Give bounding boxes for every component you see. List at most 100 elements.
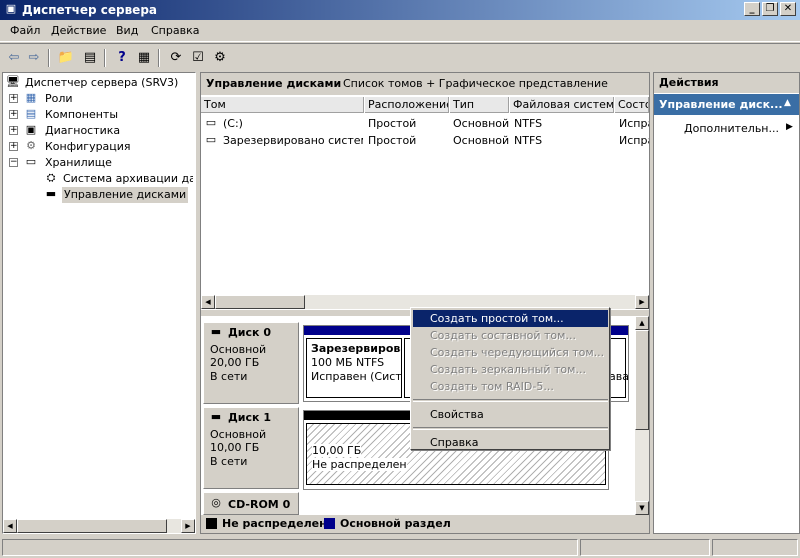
disk-0-label[interactable]: ▬ Диск 0 Основной 20,00 ГБ В сети xyxy=(203,322,299,404)
menu-create-raid5-volume[interactable]: Создать том RAID-5... xyxy=(413,378,608,395)
menu-action[interactable]: Действие xyxy=(45,24,112,37)
disk-name: CD-ROM 0 xyxy=(228,498,291,511)
scroll-right-icon[interactable]: ▶ xyxy=(181,519,195,533)
disk-size: 10,00 ГБ xyxy=(210,441,260,454)
actions-more-item[interactable]: Дополнительн... ▶ xyxy=(654,119,799,137)
tree-item-label: Хранилище xyxy=(45,156,112,169)
minimize-button[interactable]: _ xyxy=(744,2,760,16)
disk-type: Основной xyxy=(210,343,267,356)
title-bar: ▣ Диспетчер сервера _ ❐ ✕ xyxy=(0,0,800,20)
menu-create-mirrored-volume[interactable]: Создать зеркальный том... xyxy=(413,361,608,378)
expand-icon[interactable]: + xyxy=(9,94,18,103)
tree-item-configuration[interactable]: + ⚙ Конфигурация xyxy=(9,139,189,155)
scroll-left-icon[interactable]: ◀ xyxy=(201,295,215,309)
tree-item-backup[interactable]: ⛭ Система архивации данны xyxy=(43,171,193,187)
maximize-button[interactable]: ❐ xyxy=(762,2,778,16)
center-header-subtitle: Список томов + Графическое представление xyxy=(343,77,608,90)
properties-icon[interactable]: ☑ xyxy=(188,48,208,68)
menu-create-simple-volume[interactable]: Создать простой том... xyxy=(413,310,608,327)
partition-reserved[interactable]: Зарезервирова 100 МБ NTFS Исправен (Сист… xyxy=(306,338,402,398)
volume-icon: ▭ xyxy=(205,133,217,146)
forward-arrow-icon[interactable]: ⇨ xyxy=(24,48,44,68)
disk-type: Основной xyxy=(210,428,267,441)
cdrom-0-label[interactable]: ◎ CD-ROM 0 xyxy=(203,492,299,515)
disk-name: Диск 1 xyxy=(228,411,271,424)
menu-help[interactable]: Справка xyxy=(145,24,205,37)
disk-settings-icon[interactable]: ⚙ xyxy=(210,48,230,68)
cell-layout: Простой xyxy=(368,117,417,130)
tree-item-label: Конфигурация xyxy=(45,140,131,153)
help-icon[interactable]: ? xyxy=(112,48,132,68)
cell-volume: Зарезервировано системой xyxy=(223,134,363,147)
tree-item-roles[interactable]: + ▦ Роли xyxy=(9,91,189,107)
scroll-thumb[interactable] xyxy=(215,295,305,309)
toolbar: ⇦ ⇨ 📁 ▤ ? ▦ ⟳ ☑ ⚙ xyxy=(0,43,800,71)
up-folder-icon[interactable]: 📁 xyxy=(56,48,76,68)
cell-filesystem: NTFS xyxy=(514,117,543,130)
legend-primary-label: Основной раздел xyxy=(340,517,451,530)
menu-view[interactable]: Вид xyxy=(110,24,144,37)
graphical-vertical-scrollbar[interactable]: ▲ ▼ xyxy=(635,316,649,515)
tree-item-diagnostics[interactable]: + ▣ Диагностика xyxy=(9,123,189,139)
disk-management-icon: ▬ xyxy=(45,187,57,200)
menu-create-spanned-volume[interactable]: Создать составной том... xyxy=(413,327,608,344)
menu-file[interactable]: Файл xyxy=(4,24,46,37)
actions-section-label: Управление диск... xyxy=(659,98,783,111)
table-row[interactable]: ▭ (C:) Простой Основной NTFS Испра xyxy=(201,115,649,132)
volume-list-header: Том Расположение Тип Файловая система Со… xyxy=(201,97,649,113)
collapse-up-icon[interactable]: ▲ xyxy=(784,98,791,108)
scroll-down-icon[interactable]: ▼ xyxy=(635,501,649,515)
roles-icon: ▦ xyxy=(25,91,37,104)
table-row[interactable]: ▭ Зарезервировано системой Простой Основ… xyxy=(201,132,649,149)
configuration-icon: ⚙ xyxy=(26,139,36,152)
show-hide-tree-icon[interactable]: ▤ xyxy=(80,48,100,68)
center-header: Управление дисками Список томов + Графич… xyxy=(201,73,649,95)
menu-create-striped-volume[interactable]: Создать чередующийся том... xyxy=(413,344,608,361)
collapse-icon[interactable]: − xyxy=(9,158,18,167)
tree-horizontal-scrollbar[interactable]: ◀ ▶ xyxy=(3,519,195,533)
scroll-up-icon[interactable]: ▲ xyxy=(635,316,649,330)
cell-status: Испра xyxy=(619,117,649,130)
toolbar-separator xyxy=(158,49,160,67)
scroll-right-icon[interactable]: ▶ xyxy=(635,295,649,309)
server-icon: 🖥 xyxy=(6,75,20,88)
scroll-left-icon[interactable]: ◀ xyxy=(3,519,17,533)
actions-section-header[interactable]: Управление диск... ▲ xyxy=(654,94,799,115)
disk-size: 20,00 ГБ xyxy=(210,356,260,369)
center-panel: Управление дисками Список томов + Графич… xyxy=(200,72,650,534)
tree-item-disk-management[interactable]: ▬ Управление дисками xyxy=(43,187,189,203)
back-arrow-icon[interactable]: ⇦ xyxy=(4,48,24,68)
disk-state: В сети xyxy=(210,370,248,383)
scroll-thumb[interactable] xyxy=(635,330,649,430)
scroll-thumb[interactable] xyxy=(17,519,167,533)
properties-pane-icon[interactable]: ▦ xyxy=(134,48,154,68)
toolbar-separator xyxy=(104,49,106,67)
expand-icon[interactable]: + xyxy=(9,126,18,135)
storage-icon: ▭ xyxy=(25,155,37,168)
column-header-type[interactable]: Тип xyxy=(450,97,509,113)
disk-state: В сети xyxy=(210,455,248,468)
column-header-status[interactable]: Состо xyxy=(615,97,649,113)
column-header-layout[interactable]: Расположение xyxy=(365,97,449,113)
disk-1-label[interactable]: ▬ Диск 1 Основной 10,00 ГБ В сети xyxy=(203,407,299,489)
disk-name: Диск 0 xyxy=(228,326,271,339)
tree-item-label: Роли xyxy=(45,92,73,105)
status-section xyxy=(580,539,710,556)
cell-filesystem: NTFS xyxy=(514,134,543,147)
legend-unallocated-swatch xyxy=(206,518,217,529)
tree-item-features[interactable]: + ▤ Компоненты xyxy=(9,107,189,123)
volume-icon: ▭ xyxy=(205,116,217,129)
column-header-volume[interactable]: Том xyxy=(201,97,364,113)
backup-icon: ⛭ xyxy=(46,171,56,184)
menu-properties[interactable]: Свойства xyxy=(413,406,608,423)
tree-item-label: Система архивации данны xyxy=(63,172,193,185)
refresh-icon[interactable]: ⟳ xyxy=(166,48,186,68)
column-header-filesystem[interactable]: Файловая система xyxy=(510,97,614,113)
expand-icon[interactable]: + xyxy=(9,110,18,119)
features-icon: ▤ xyxy=(25,107,37,120)
tree-item-storage[interactable]: − ▭ Хранилище xyxy=(9,155,189,171)
close-button[interactable]: ✕ xyxy=(780,2,796,16)
menu-help-item[interactable]: Справка xyxy=(413,434,608,451)
partition-status: Не распределен xyxy=(312,458,407,471)
expand-icon[interactable]: + xyxy=(9,142,18,151)
